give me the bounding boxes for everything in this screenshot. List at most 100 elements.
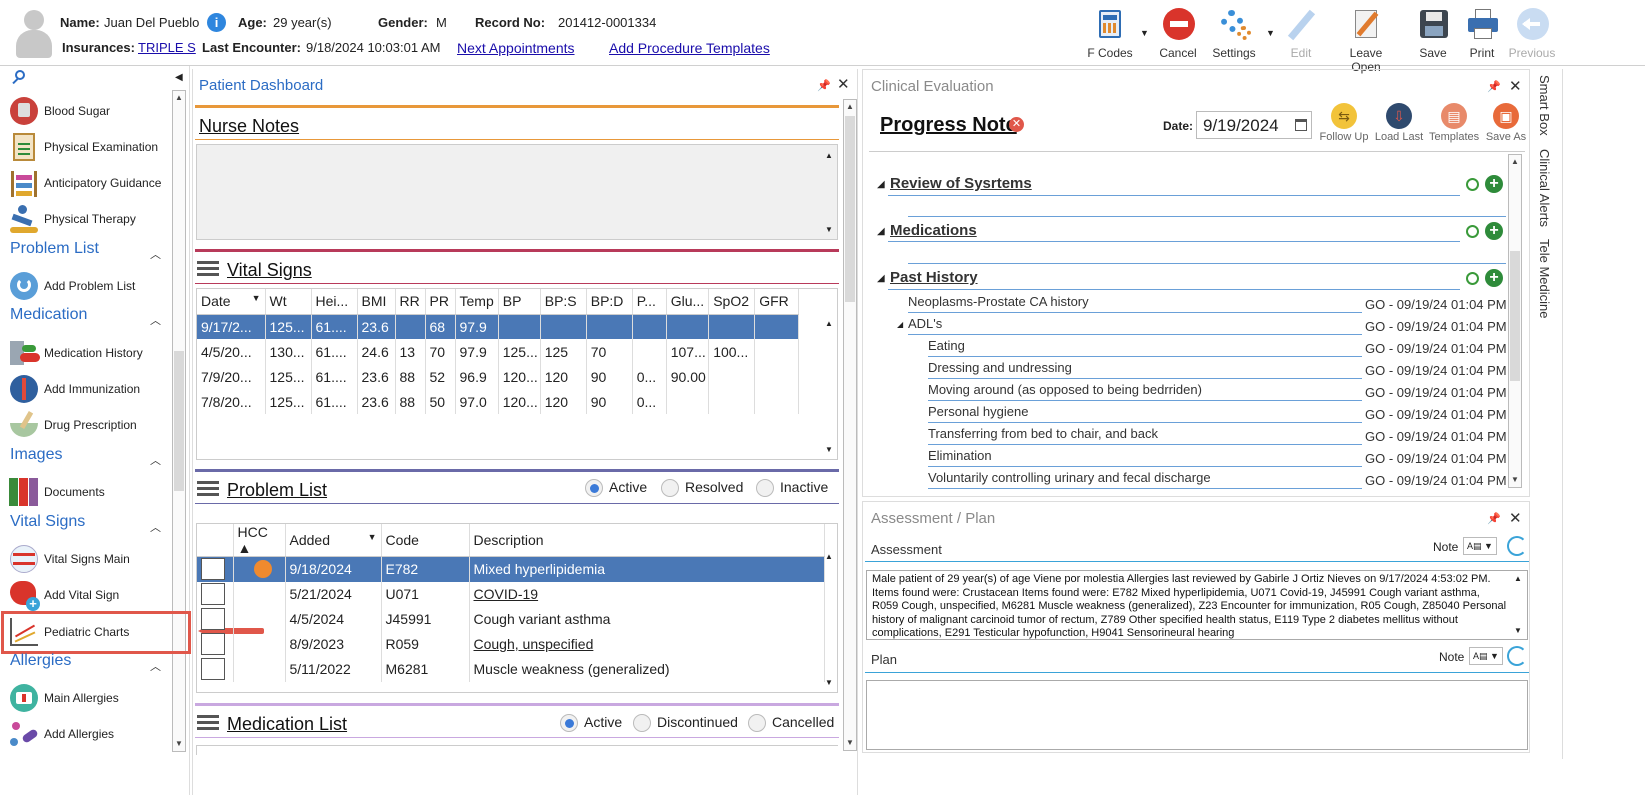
table-row[interactable]: 7/9/20... 125... 61.... 23.6 88 52 96.9 120... 1…: [197, 364, 800, 389]
column-header[interactable]: Glu...: [666, 289, 710, 315]
collapse-icon[interactable]: ︿: [150, 246, 161, 262]
remove-icon[interactable]: ✕: [1009, 117, 1024, 132]
pin-icon[interactable]: 📌: [1487, 512, 1501, 525]
row-selector[interactable]: [197, 631, 234, 657]
info-icon[interactable]: i: [207, 13, 226, 32]
history-item[interactable]: Transferring from bed to chair, and back: [928, 426, 1158, 441]
row-selector[interactable]: [197, 656, 234, 682]
filter-discontinued[interactable]: Discontinued: [633, 714, 738, 733]
column-header-description[interactable]: Description: [469, 524, 825, 557]
history-item[interactable]: Personal hygiene: [928, 404, 1028, 419]
history-item[interactable]: Neoplasms-Prostate CA history: [908, 294, 1089, 309]
follow-up-button[interactable]: ⇆ Follow Up: [1319, 103, 1369, 143]
filter-cancelled[interactable]: Cancelled: [748, 714, 834, 733]
sidebar-item-pediatric-charts[interactable]: Pediatric Charts: [8, 615, 129, 649]
sidebar-item-add-problem-list[interactable]: Add Problem List: [8, 269, 135, 303]
radio-button[interactable]: [661, 479, 679, 498]
radio-button[interactable]: [748, 714, 766, 733]
add-icon[interactable]: +: [1485, 269, 1503, 287]
collapse-icon[interactable]: ︿: [150, 312, 161, 328]
table-row[interactable]: 7/8/20... 125... 61.... 23.6 88 50 97.0 120... 1…: [197, 389, 800, 414]
alarm-icon[interactable]: [1466, 178, 1479, 191]
column-header[interactable]: [197, 524, 234, 557]
refresh-icon[interactable]: [1507, 646, 1527, 666]
history-item[interactable]: Moving around (as opposed to being bedrr…: [928, 382, 1202, 397]
radio-button[interactable]: [560, 714, 578, 733]
search-icon[interactable]: [12, 70, 26, 85]
nurse-notes-textarea[interactable]: [196, 144, 838, 240]
column-header[interactable]: Hei...: [311, 289, 358, 315]
column-header[interactable]: PR: [425, 289, 456, 315]
collapse-icon[interactable]: ◢: [877, 179, 885, 190]
save-as-button[interactable]: ▣ Save As: [1481, 103, 1531, 143]
column-header[interactable]: Temp: [455, 289, 499, 315]
table-row[interactable]: 4/5/2024 J45991 Cough variant asthma: [197, 606, 825, 632]
calendar-icon[interactable]: [1295, 119, 1307, 131]
column-header-hcc[interactable]: HCC ▲: [233, 524, 286, 557]
cancel-button[interactable]: Cancel: [1148, 8, 1208, 60]
refresh-icon[interactable]: [1507, 536, 1527, 556]
column-header[interactable]: RR: [395, 289, 426, 315]
allergies-heading[interactable]: Allergies: [10, 652, 71, 670]
pin-icon[interactable]: 📌: [1487, 80, 1501, 93]
scroll-down-icon[interactable]: ▼: [825, 225, 833, 234]
column-header[interactable]: P...: [632, 289, 667, 315]
scroll-down-icon[interactable]: ▼: [1514, 626, 1522, 635]
insurance-link[interactable]: TRIPLE S: [138, 40, 196, 55]
sidebar-item-main-allergies[interactable]: Main Allergies: [8, 681, 119, 715]
sidebar-item-add-vital-sign[interactable]: + Add Vital Sign: [8, 578, 119, 612]
tab-tele-medicine[interactable]: Tele Medicine: [1537, 239, 1552, 319]
images-heading[interactable]: Images: [10, 446, 62, 464]
column-header[interactable]: Wt: [265, 289, 312, 315]
clinical-scrollbar[interactable]: ▲ ▼: [1508, 154, 1522, 488]
templates-button[interactable]: ▤ Templates: [1429, 103, 1479, 143]
date-picker[interactable]: 9/19/2024: [1196, 111, 1312, 139]
sidebar-item-drug-prescription[interactable]: Drug Prescription: [8, 408, 137, 442]
vital-signs-heading[interactable]: Vital Signs: [10, 513, 85, 531]
column-header[interactable]: BP: [498, 289, 541, 315]
scroll-up-icon[interactable]: ▲: [825, 552, 833, 561]
load-last-button[interactable]: ⇩ Load Last: [1373, 103, 1425, 143]
sidebar-item-blood-sugar[interactable]: Blood Sugar: [8, 94, 110, 128]
tab-smart-box[interactable]: Smart Box: [1537, 75, 1552, 136]
collapse-icon[interactable]: ︿: [150, 519, 161, 535]
sidebar-item-vital-signs-main[interactable]: Vital Signs Main: [8, 542, 130, 576]
alarm-icon[interactable]: [1466, 225, 1479, 238]
column-header[interactable]: BMI: [357, 289, 396, 315]
medication-heading[interactable]: Medication: [10, 306, 87, 324]
close-icon[interactable]: ✕: [1509, 77, 1522, 95]
fcodes-button[interactable]: F Codes: [1080, 8, 1140, 60]
collapse-icon[interactable]: ◢: [897, 320, 903, 329]
table-row[interactable]: 9/17/2... 125... 61.... 23.6 68 97.9: [197, 314, 800, 339]
column-header[interactable]: Date ▼: [197, 289, 266, 315]
close-icon[interactable]: ✕: [837, 75, 850, 93]
collapse-icon[interactable]: ︿: [150, 658, 161, 674]
assessment-textarea[interactable]: Male patient of 29 year(s) of age Viene …: [866, 570, 1528, 640]
section-past-history[interactable]: Past History: [890, 269, 978, 286]
history-item[interactable]: ADL's: [908, 316, 942, 331]
column-header[interactable]: BP:S: [540, 289, 587, 315]
settings-button[interactable]: Settings: [1204, 8, 1264, 60]
menu-icon[interactable]: [197, 715, 219, 731]
history-item[interactable]: Voluntarily controlling urinary and feca…: [928, 470, 1211, 485]
dashboard-scrollbar[interactable]: ▲ ▼: [843, 99, 857, 751]
row-selector[interactable]: [197, 606, 234, 632]
scroll-down-icon[interactable]: ▼: [825, 445, 833, 454]
close-icon[interactable]: ✕: [1509, 509, 1522, 527]
sidebar-item-medication-history[interactable]: Medication History: [8, 336, 143, 370]
alarm-icon[interactable]: [1466, 272, 1479, 285]
plan-textarea[interactable]: [866, 680, 1528, 750]
section-review-of-systems[interactable]: Review of Sysrtems: [890, 175, 1032, 192]
collapse-sidebar-icon[interactable]: ◀: [175, 72, 183, 83]
sidebar-item-physical-examination[interactable]: Physical Examination: [8, 130, 158, 164]
previous-button[interactable]: Previous: [1502, 8, 1562, 60]
column-header[interactable]: GFR: [754, 289, 800, 315]
scroll-up-icon[interactable]: ▲: [825, 319, 833, 328]
collapse-icon[interactable]: ︿: [150, 452, 161, 468]
pin-icon[interactable]: 📌: [817, 79, 831, 92]
scroll-up-icon[interactable]: ▲: [825, 151, 833, 160]
sidebar-item-anticipatory-guidance[interactable]: Anticipatory Guidance: [8, 166, 161, 200]
history-item[interactable]: Dressing and undressing: [928, 360, 1072, 375]
radio-button[interactable]: [756, 479, 774, 498]
sort-icon[interactable]: ▼: [252, 293, 261, 303]
